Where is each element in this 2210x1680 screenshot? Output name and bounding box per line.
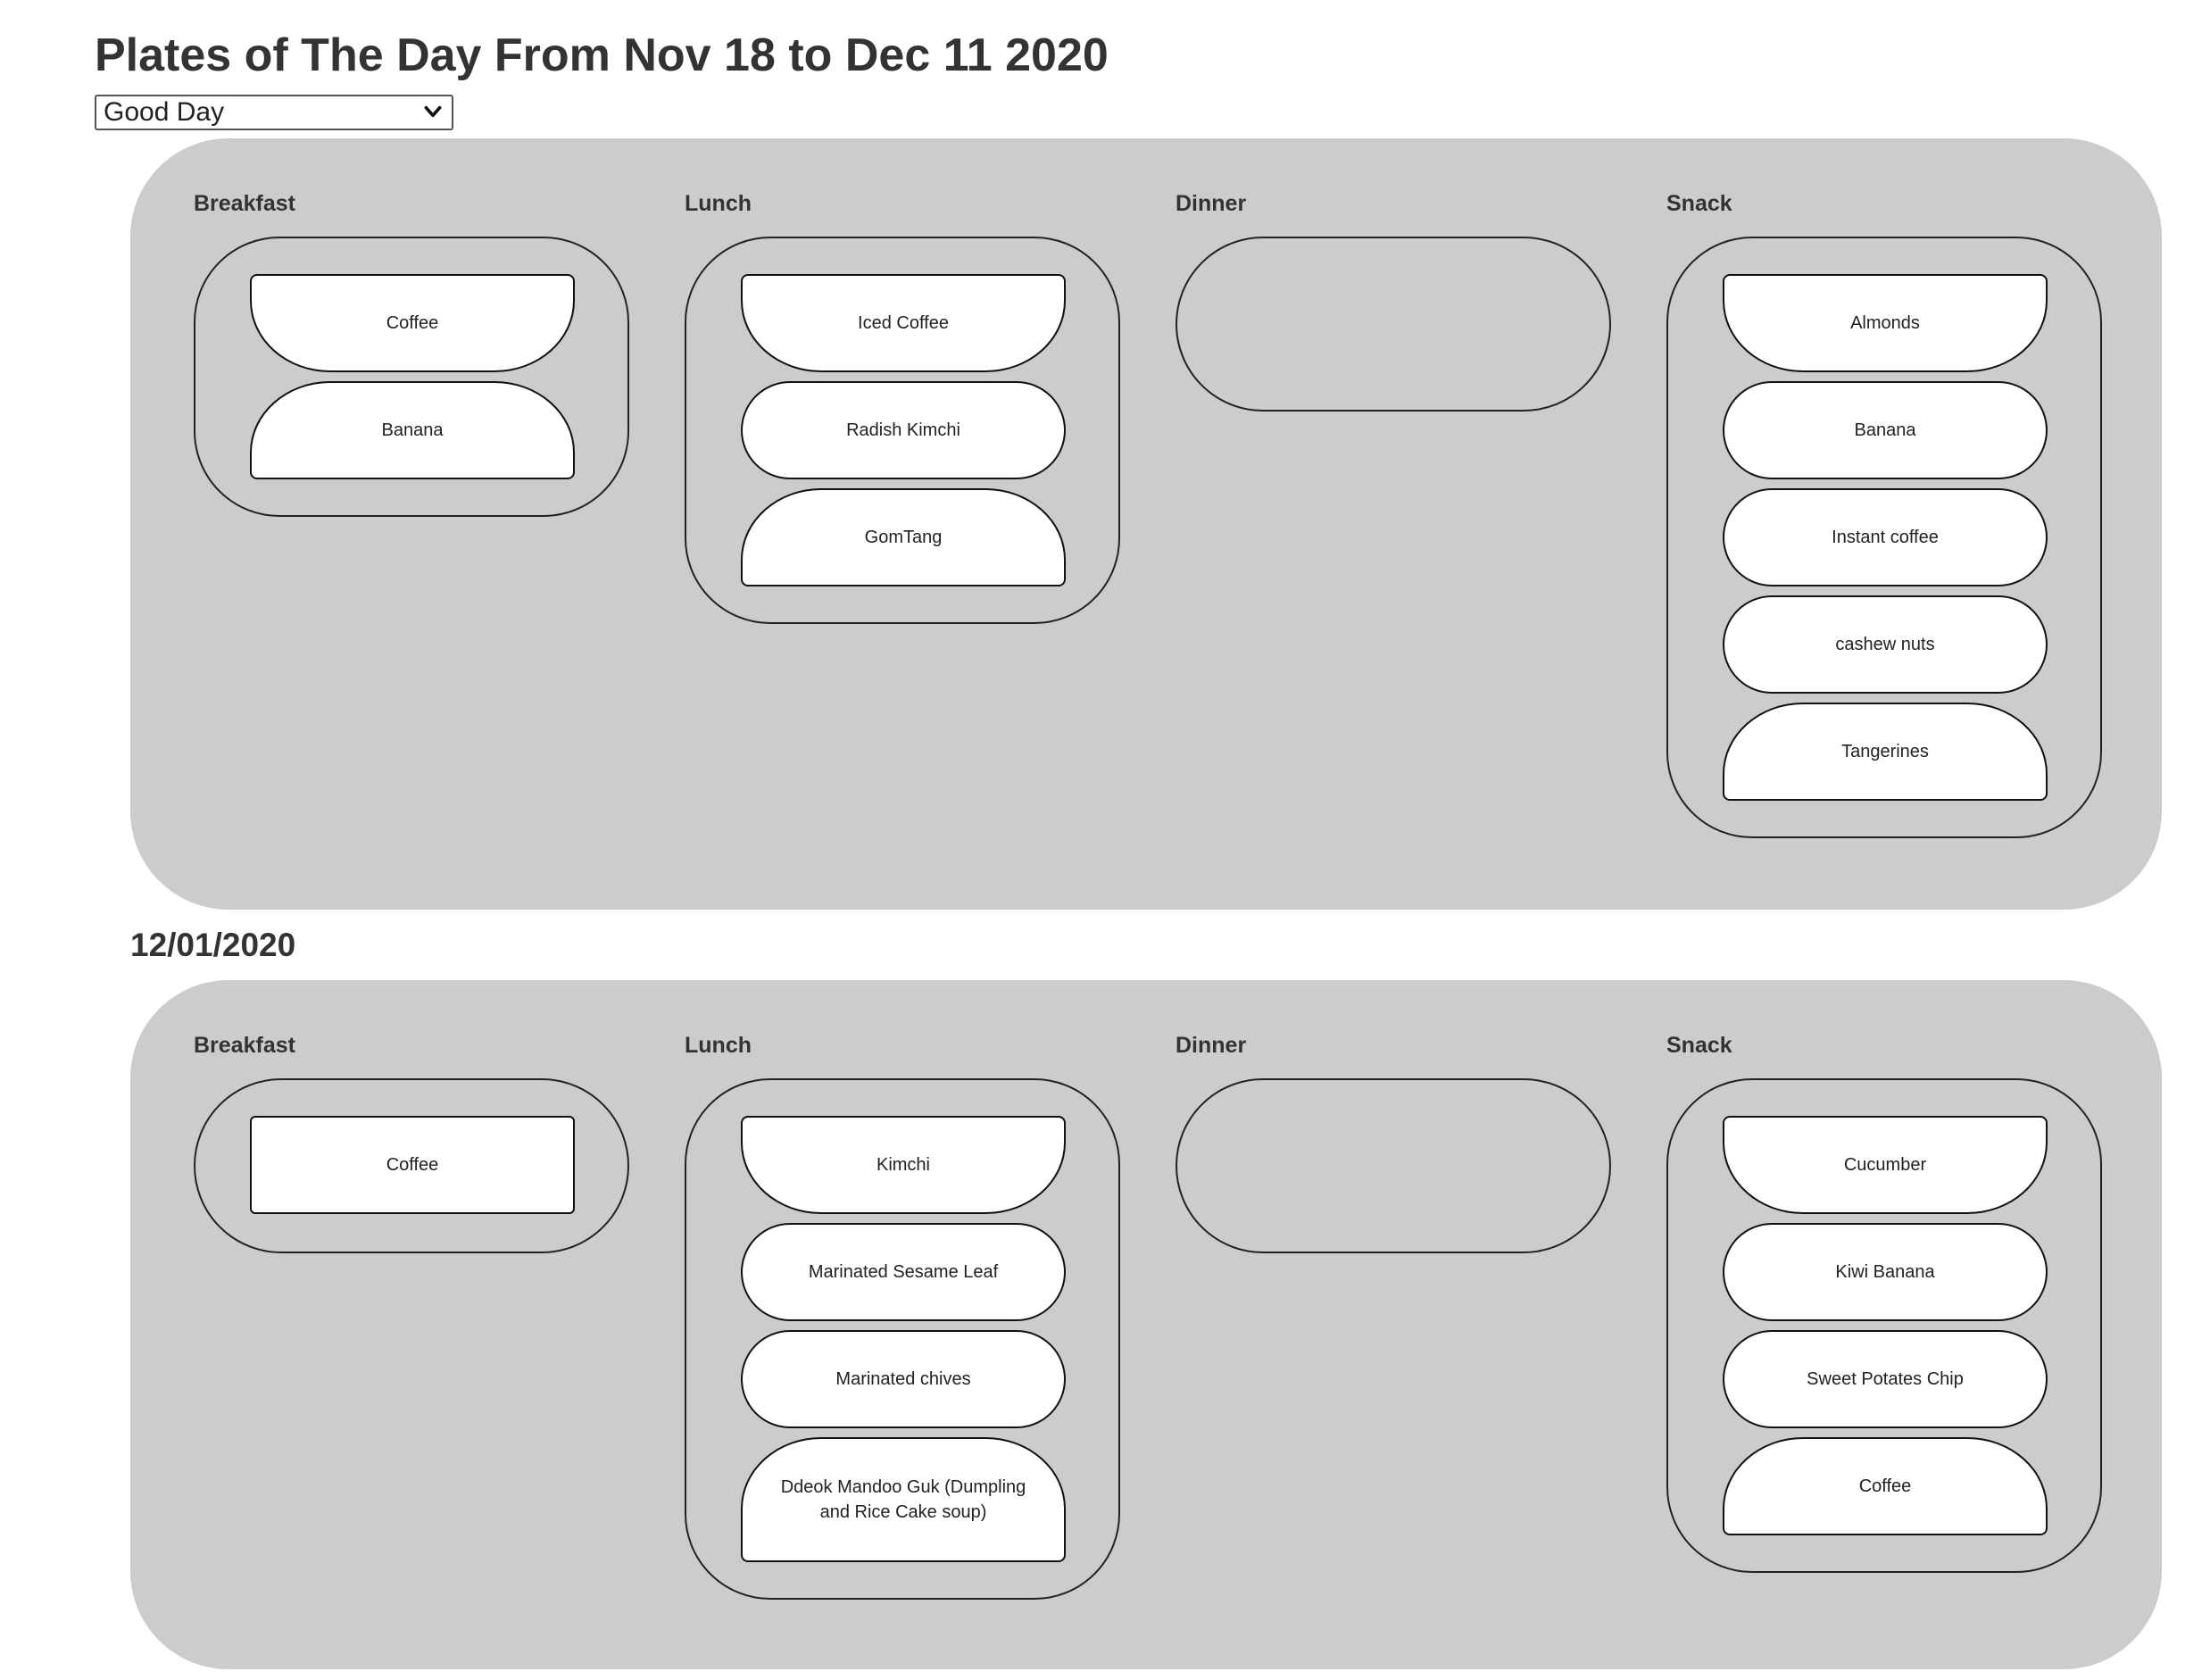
day-panel-2: Breakfast Coffee Lunch Kimchi Marinated …: [130, 980, 2162, 1669]
food-item[interactable]: Ddeok Mandoo Guk (Dumpling and Rice Cake…: [741, 1437, 1066, 1562]
day-panel-1: Breakfast Coffee Banana Lunch Iced Coffe…: [130, 138, 2162, 910]
food-item[interactable]: Banana: [250, 381, 575, 479]
food-item[interactable]: Sweet Potates Chip: [1723, 1330, 2048, 1428]
food-item[interactable]: Coffee: [250, 274, 575, 372]
food-item[interactable]: Tangerines: [1723, 703, 2048, 801]
meal-label-breakfast: Breakfast: [194, 1033, 295, 1058]
meal-label-dinner: Dinner: [1176, 1033, 1247, 1058]
meal-label-dinner: Dinner: [1176, 191, 1247, 216]
plate-dinner-empty: [1176, 237, 1611, 412]
chevron-down-icon: [424, 105, 442, 118]
plate-breakfast: Coffee Banana: [194, 237, 629, 517]
food-item[interactable]: Kiwi Banana: [1723, 1223, 2048, 1321]
food-item[interactable]: Coffee: [250, 1116, 575, 1214]
food-item[interactable]: Radish Kimchi: [741, 381, 1066, 479]
page-title: Plates of The Day From Nov 18 to Dec 11 …: [95, 29, 1109, 81]
day-date: 12/01/2020: [130, 927, 296, 963]
food-item[interactable]: Instant coffee: [1723, 488, 2048, 586]
food-item[interactable]: cashew nuts: [1723, 595, 2048, 694]
plate-snack: Almonds Banana Instant coffee cashew nut…: [1666, 237, 2102, 838]
food-item[interactable]: Almonds: [1723, 274, 2048, 372]
day-filter-select[interactable]: Good Day: [95, 95, 453, 130]
meal-label-snack: Snack: [1666, 1033, 1732, 1058]
food-item[interactable]: Kimchi: [741, 1116, 1066, 1214]
food-item[interactable]: Cucumber: [1723, 1116, 2048, 1214]
plate-snack: Cucumber Kiwi Banana Sweet Potates Chip …: [1666, 1078, 2102, 1573]
day-filter-selected-value: Good Day: [104, 97, 225, 127]
meal-label-snack: Snack: [1666, 191, 1732, 216]
food-item[interactable]: Coffee: [1723, 1437, 2048, 1535]
meal-label-lunch: Lunch: [685, 191, 752, 216]
plate-breakfast: Coffee: [194, 1078, 629, 1253]
plate-dinner-empty: [1176, 1078, 1611, 1253]
plate-lunch: Iced Coffee Radish Kimchi GomTang: [685, 237, 1120, 624]
food-item[interactable]: Banana: [1723, 381, 2048, 479]
food-item[interactable]: GomTang: [741, 488, 1066, 586]
food-item[interactable]: Marinated chives: [741, 1330, 1066, 1428]
food-item[interactable]: Iced Coffee: [741, 274, 1066, 372]
meal-label-lunch: Lunch: [685, 1033, 752, 1058]
plate-lunch: Kimchi Marinated Sesame Leaf Marinated c…: [685, 1078, 1120, 1600]
food-item[interactable]: Marinated Sesame Leaf: [741, 1223, 1066, 1321]
meal-label-breakfast: Breakfast: [194, 191, 295, 216]
